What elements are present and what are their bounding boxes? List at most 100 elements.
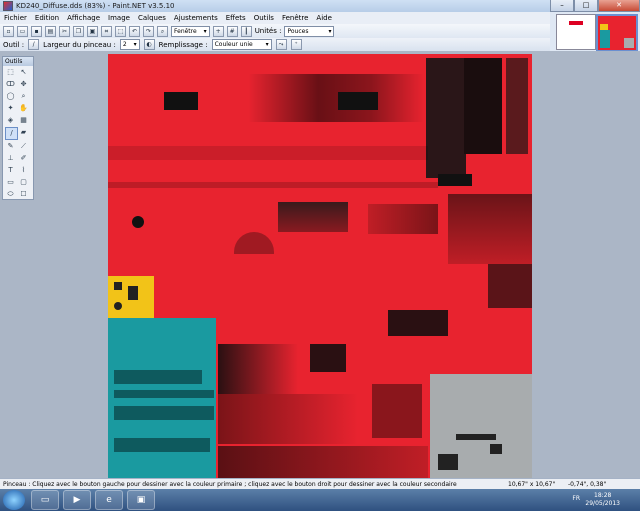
menu-affichage[interactable]: Affichage	[63, 14, 104, 22]
zoom-mode-select[interactable]: Fenêtre	[171, 25, 210, 37]
explorer-task-icon[interactable]: ▭	[31, 490, 59, 510]
system-clock[interactable]: 18:28 29/05/2013	[585, 492, 620, 508]
ellipse-shape-icon[interactable]: ⬭	[5, 189, 16, 200]
maximize-button[interactable]: □	[574, 0, 598, 12]
texture-block	[218, 394, 358, 444]
rounded-rectangle-icon[interactable]: ▢	[18, 177, 29, 188]
texture-block	[164, 92, 198, 110]
paint-bucket-icon[interactable]: ◈	[5, 115, 16, 126]
texture-block	[278, 202, 348, 232]
taskbar: ▭ ▶ e ▣ FR 18:28 29/05/2013	[0, 489, 640, 511]
paintnet-task-icon[interactable]: ▣	[127, 490, 155, 510]
zoom-icon[interactable]: ⌕	[157, 25, 168, 37]
thumbnail-image-2[interactable]	[596, 14, 638, 52]
units-select[interactable]: Pouces	[284, 25, 335, 37]
grid-icon[interactable]: #	[226, 25, 238, 37]
texture-block	[438, 174, 472, 186]
freeform-shape-icon[interactable]: ☐	[18, 189, 29, 200]
start-button[interactable]	[3, 490, 25, 510]
pan-tool-icon[interactable]: ✋	[18, 103, 29, 114]
print-icon[interactable]: ▤	[45, 25, 56, 37]
texture-teal-block	[108, 318, 216, 478]
texture-line	[108, 146, 428, 160]
menu-aide[interactable]: Aide	[312, 14, 335, 22]
menu-image[interactable]: Image	[104, 14, 134, 22]
units-label: Unités :	[254, 27, 282, 35]
menu-fichier[interactable]: Fichier	[0, 14, 31, 22]
image-size-readout: 10,67" x 10,67"	[508, 481, 556, 488]
gradient-icon[interactable]: ▦	[18, 115, 29, 126]
paintnet-app-icon[interactable]	[3, 1, 13, 11]
tools-panel-title: Outils	[3, 57, 33, 66]
media-player-task-icon[interactable]: ▶	[63, 490, 91, 510]
eraser-icon[interactable]: ▰	[18, 127, 29, 138]
zoom-tool-icon[interactable]: ⌕	[18, 91, 29, 102]
cut-icon[interactable]: ✂	[59, 25, 70, 37]
clock-time: 18:28	[594, 492, 612, 499]
undo-icon[interactable]: ↶	[129, 25, 140, 37]
window-title: KD240_Diffuse.dds (83%) - Paint.NET v3.5…	[16, 2, 175, 10]
save-icon[interactable]: ▪	[31, 25, 42, 37]
texture-block	[218, 446, 428, 478]
crop-icon[interactable]: ⌗	[101, 25, 112, 37]
zoom-in-icon[interactable]: +	[212, 25, 224, 37]
paintbrush-tool-icon[interactable]: /	[5, 127, 18, 140]
magic-wand-icon[interactable]: ✦	[5, 103, 16, 114]
rectangle-shape-icon[interactable]: ▭	[5, 177, 16, 188]
brush-width-label: Largeur du pinceau :	[43, 40, 116, 49]
cursor-coords-readout: -0,74", 0,38"	[568, 481, 607, 488]
main-toolbar: ▫ ▭ ▪ ▤ ✂ ❐ ▣ ⌗ ⬚ ↶ ↷ ⌕ Fenêtre + # ┃ Un…	[0, 24, 553, 38]
antialiasing-icon[interactable]: ⤳	[275, 39, 287, 50]
tools-grid: ⬚ ↖ ↀ ✥ ◯ ⌕ ✦ ✋ ◈ ▦ / ▰ ✎ ⟋ ⊥ ✐ T ⌇ ▭ ▢ …	[3, 66, 33, 201]
language-indicator[interactable]: FR	[572, 495, 580, 502]
move-selection-icon[interactable]: ↖	[18, 67, 29, 78]
paste-icon[interactable]: ▣	[87, 25, 98, 37]
menu-fenetre[interactable]: Fenêtre	[278, 14, 312, 22]
texture-block	[338, 92, 378, 110]
menu-edition[interactable]: Edition	[31, 14, 63, 22]
clone-stamp-icon[interactable]: ⊥	[5, 153, 16, 164]
menu-calques[interactable]: Calques	[134, 14, 170, 22]
new-file-icon[interactable]: ▫	[3, 25, 14, 37]
tool-options-bar: Outil : / Largeur du pinceau : 2 ◐ Rempl…	[0, 38, 553, 52]
window-controls: – □ ✕	[550, 0, 640, 12]
texture-gray-block	[430, 374, 532, 478]
lasso-select-icon[interactable]: ↀ	[5, 79, 16, 90]
menu-outils[interactable]: Outils	[250, 14, 278, 22]
image-canvas[interactable]	[108, 54, 532, 478]
fill-label: Remplissage :	[158, 40, 208, 49]
menu-ajustements[interactable]: Ajustements	[170, 14, 222, 22]
color-picker-icon[interactable]: ⟋	[18, 141, 29, 152]
clock-date: 29/05/2013	[585, 500, 620, 507]
texture-yellow-patch	[108, 276, 154, 318]
minimize-button[interactable]: –	[550, 0, 574, 12]
fill-select[interactable]: Couleur unie	[211, 39, 272, 50]
ellipse-select-icon[interactable]: ◯	[5, 91, 16, 102]
move-selected-icon[interactable]: ✥	[18, 79, 29, 90]
open-folder-icon[interactable]: ▭	[17, 25, 28, 37]
pencil-icon[interactable]: ✎	[5, 141, 16, 152]
title-bar: KD240_Diffuse.dds (83%) - Paint.NET v3.5…	[0, 0, 640, 12]
recolor-icon[interactable]: ✐	[18, 153, 29, 164]
text-tool-icon[interactable]: T	[5, 165, 16, 176]
deselect-icon[interactable]: ⬚	[115, 25, 126, 37]
texture-block	[448, 194, 532, 264]
texture-block	[426, 58, 466, 178]
blend-mode-icon[interactable]: ⁺	[290, 39, 302, 50]
browser-task-icon[interactable]: e	[95, 490, 123, 510]
line-curve-icon[interactable]: ⌇	[18, 165, 29, 176]
paintbrush-icon[interactable]: /	[28, 39, 40, 50]
texture-block	[218, 344, 298, 394]
texture-block	[388, 310, 448, 336]
antialias-icon[interactable]: ◐	[143, 39, 155, 50]
copy-icon[interactable]: ❐	[73, 25, 84, 37]
texture-shadow-band	[248, 74, 424, 122]
ruler-icon[interactable]: ┃	[240, 25, 252, 37]
thumbnail-image-1[interactable]	[556, 14, 596, 50]
close-button[interactable]: ✕	[598, 0, 640, 12]
rectangle-select-icon[interactable]: ⬚	[5, 67, 16, 78]
redo-icon[interactable]: ↷	[143, 25, 154, 37]
brush-width-select[interactable]: 2	[119, 39, 140, 50]
texture-block	[310, 344, 346, 372]
menu-effets[interactable]: Effets	[222, 14, 250, 22]
